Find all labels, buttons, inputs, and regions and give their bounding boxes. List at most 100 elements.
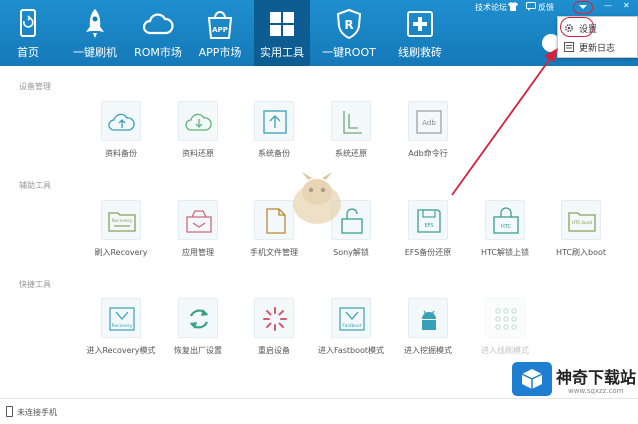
section-title-auxiliary: 辅助工具 [19,181,51,190]
recovery-badge: Recovery [112,218,133,224]
close-button[interactable]: ✕ [623,1,630,10]
tool-factory-reset[interactable]: 恢复出厂设置 [158,298,238,368]
tool-label: HTC刷入boot [555,248,607,257]
cloud-download-icon [185,113,212,131]
tool-label: Adb命令行 [408,149,448,158]
restore-icon [343,111,362,134]
fastboot-badge: Fastboot [342,323,361,329]
tool-system-backup[interactable]: 系统备份 [234,101,314,171]
nav-label: 一键ROOT [322,46,376,59]
nav-app-market[interactable]: APP APP市场 [192,0,248,66]
nav-label: APP市场 [198,46,242,59]
htc-lock-icon: HTC [493,207,519,234]
grid-icon [270,12,294,36]
plus-box-icon [407,11,433,37]
adb-badge: Adb [422,119,436,127]
nav-label: 实用工具 [260,46,304,59]
watermark-title: 神奇下载站 [556,368,637,387]
phone-icon [6,406,13,417]
feedback-link[interactable]: 反馈 [538,2,554,13]
tool-app-management[interactable]: 应用管理 [158,200,238,270]
tool-data-backup[interactable]: 资料备份 [81,101,161,171]
tool-enter-fastboot-mode[interactable]: Fastboot 进入Fastboot模式 [311,298,391,368]
tool-label: 进入线刷模式 [481,346,529,355]
tool-icon-box [178,101,218,141]
tool-reboot-device[interactable]: 重启设备 [234,298,314,368]
nav-one-click-root[interactable]: R 一键ROOT [318,0,380,66]
tool-icon-box [178,200,218,240]
android-icon [422,310,436,330]
tool-htc-flash-boot[interactable]: HTC-boot HTC刷入boot [541,200,621,270]
nav-label: 一键刷机 [73,46,117,59]
nav-rom-market[interactable]: ROM市场 [128,0,188,66]
tool-icon-box: HTC [485,200,525,240]
cloud-upload-icon [108,113,135,131]
tool-icon-box: Fastboot [331,298,371,338]
tool-adb-command[interactable]: Adb Adb命令行 [388,101,468,171]
tool-icon-box [408,298,448,338]
tshirt-icon[interactable] [508,2,518,11]
connection-status: 未连接手机 [17,408,57,417]
efs-icon: EFS [417,209,441,233]
menu-item-update-log[interactable]: 更新日志 [558,38,638,56]
tool-icon-box: HTC-boot [561,200,601,240]
nav-label: 首页 [17,46,39,59]
tool-system-restore[interactable]: 系统还原 [311,101,391,171]
tool-icon-box [254,298,294,338]
tool-icon-box: Recovery [101,298,141,338]
nav-practical-tools[interactable]: 实用工具 [254,0,310,66]
tool-enter-dig-mode[interactable]: 进入挖掘模式 [388,298,468,368]
tool-icon-box [178,298,218,338]
htc-boot-icon: HTC-boot [568,212,596,232]
tool-icon-box: EFS [408,200,448,240]
chevron-down-icon[interactable] [578,3,588,11]
section-title-device: 设备管理 [19,82,51,91]
watermark-logo-icon [512,362,552,396]
site-watermark: 神奇下载站 www.sqxzz.com [512,360,638,402]
tool-icon-box [101,101,141,141]
dots-icon [495,308,517,330]
tool-efs-backup-restore[interactable]: EFS EFS备份还原 [388,200,468,270]
tool-htc-lock-unlock[interactable]: HTC HTC解锁上锁 [465,200,545,270]
fastboot-icon: Fastboot [339,307,365,331]
htc-boot-badge: HTC-boot [572,220,593,226]
menu-item-label: 更新日志 [579,44,616,54]
nav-one-click-flash[interactable]: 一键刷机 [62,0,128,66]
rocket-icon [86,9,104,38]
tool-flash-recovery[interactable]: Recovery 刷入Recovery [81,200,161,270]
box-icon [521,369,543,389]
nav-label: ROM市场 [134,46,182,59]
feedback-icon [526,2,536,11]
tool-enter-line-flash-mode[interactable]: 进入线刷模式 [465,298,545,368]
forum-link[interactable]: 技术论坛 [475,2,507,13]
htc-badge: HTC [501,224,512,230]
mascot-watermark-icon [293,172,341,224]
cloud-icon [142,13,174,35]
minimize-button[interactable]: — [604,1,612,10]
root-badge: R [344,18,353,32]
tool-enter-recovery-mode[interactable]: Recovery 进入Recovery模式 [81,298,161,368]
recovery-folder-icon: Recovery [108,212,136,232]
adb-icon: Adb [416,110,442,134]
spinner-icon [263,307,287,331]
root-shield-icon: R [336,8,362,40]
phone-icon [20,9,36,37]
tool-icon-box [331,101,371,141]
section-title-quick: 快捷工具 [19,280,51,289]
recovery-mode-badge: Recovery [112,323,133,329]
app-manage-icon [186,210,212,233]
tool-icon-box [485,298,525,338]
tool-icon-box [254,101,294,141]
refresh-icon [189,309,209,329]
watermark-url: www.sqxzz.com [568,387,624,395]
recovery-mode-icon: Recovery [109,307,135,331]
app-badge: APP [212,26,228,34]
settings-highlight [560,17,594,37]
tool-icon-box: Recovery [101,200,141,240]
upload-arrow-icon [263,110,287,134]
tool-icon-box: Adb [408,101,448,141]
app-bag-icon: APP [207,11,233,39]
tool-data-restore[interactable]: 资料还原 [158,101,238,171]
nav-home[interactable]: 首页 [0,0,56,66]
efs-badge: EFS [424,223,433,229]
